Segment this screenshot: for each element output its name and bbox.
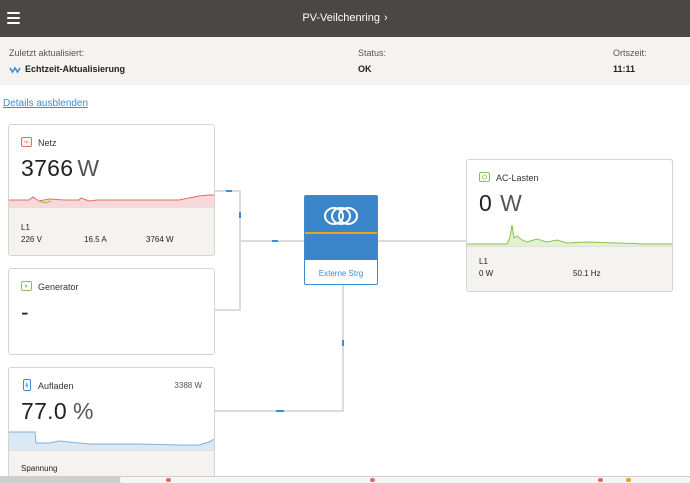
grid-card[interactable]: Netz 3766 W L1 226 V 16.5 A 3764 W — [8, 124, 215, 256]
grid-card-footer: L1 226 V 16.5 A 3764 W — [9, 207, 214, 255]
battery-card[interactable]: Aufladen 3388 W 77.0% Spannung — [8, 367, 215, 483]
battery-voltage-label: Spannung — [21, 464, 58, 473]
inverter-card[interactable]: Externe Strg — [304, 195, 378, 285]
battery-icon — [23, 379, 31, 391]
site-selector[interactable]: PV-Veilchenring › — [0, 12, 690, 24]
flow-dot — [342, 340, 344, 346]
bottom-pane — [120, 477, 690, 483]
site-title: PV-Veilchenring — [302, 12, 380, 24]
inverter-mode: Externe Strg — [318, 269, 364, 278]
grid-phase-label: L1 — [21, 223, 30, 232]
local-time-value: 11:11 — [613, 64, 636, 74]
ac-loads-sparkline — [467, 224, 672, 248]
status-label: Status: — [358, 48, 387, 58]
status-dot-icon — [598, 478, 603, 482]
ac-loads-power: 0W — [479, 190, 523, 216]
ac-loads-icon — [479, 172, 490, 182]
flow-dot — [272, 240, 278, 242]
inverter-output-line — [378, 240, 467, 242]
generator-icon — [21, 281, 32, 291]
battery-soc-sparkline — [9, 431, 214, 452]
generator-title: Generator — [38, 282, 79, 292]
grid-icon — [21, 137, 32, 147]
flow-dot — [276, 410, 284, 412]
inverter-stripe — [305, 232, 377, 234]
victron-logo-icon — [324, 207, 358, 225]
last-updated-label: Zuletzt aktualisiert: — [9, 48, 85, 58]
ac-loads-title: AC-Lasten — [496, 173, 539, 183]
status-dot-icon — [370, 478, 375, 482]
ac-loads-card[interactable]: AC-Lasten 0W L1 0 W 50.1 Hz — [466, 159, 673, 292]
grid-phase-power: 3764 W — [146, 235, 174, 244]
grid-power-sparkline — [9, 194, 214, 209]
status-dot-icon — [626, 478, 631, 482]
top-bar: PV-Veilchenring › — [0, 0, 690, 37]
chevron-right-icon: › — [384, 12, 388, 24]
generator-value: - — [21, 299, 29, 325]
hide-details-link[interactable]: Details ausblenden — [3, 98, 88, 109]
local-time-label: Ortszeit: — [613, 48, 647, 58]
bottom-strip — [0, 476, 690, 483]
grid-title: Netz — [38, 138, 57, 148]
flow-dot — [226, 190, 232, 192]
grid-current: 16.5 A — [84, 235, 107, 244]
grid-power: 3766 W — [21, 155, 100, 181]
ac-loads-frequency: 50.1 Hz — [573, 269, 601, 278]
realtime-wave-icon — [9, 66, 21, 74]
inverter-header — [305, 196, 377, 260]
flow-dot — [239, 212, 241, 218]
ac-loads-phase-power: 0 W — [479, 269, 494, 278]
grid-voltage: 226 V — [21, 235, 42, 244]
battery-soc: 77.0% — [21, 398, 94, 424]
generator-card[interactable]: Generator - — [8, 268, 215, 355]
status-value: OK — [358, 64, 372, 74]
battery-vertical-line — [342, 285, 344, 411]
status-bar: Zuletzt aktualisiert: Echtzeit-Aktualisi… — [0, 37, 690, 85]
battery-state-label: Aufladen — [38, 381, 74, 391]
left-bus-vertical — [239, 190, 241, 310]
last-updated-value: Echtzeit-Aktualisierung — [9, 64, 125, 74]
status-dot-icon — [166, 478, 171, 482]
ac-loads-footer: L1 0 W 50.1 Hz — [467, 246, 672, 291]
ac-loads-phase-label: L1 — [479, 257, 488, 266]
generator-connector — [215, 309, 241, 311]
battery-power: 3388 W — [174, 381, 202, 390]
